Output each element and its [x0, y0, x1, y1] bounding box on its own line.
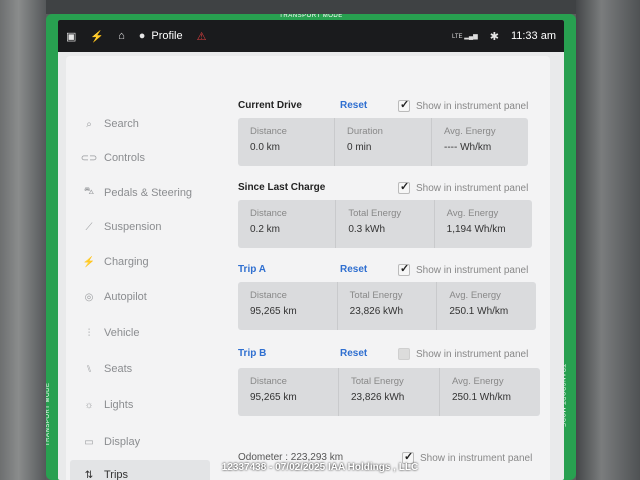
profile-label: Profile: [151, 30, 183, 42]
trip-a-reset-button[interactable]: Reset: [340, 264, 367, 275]
sidebar-item-seats[interactable]: ⑊ Seats: [80, 363, 132, 375]
sidebar-item-search[interactable]: ⌕ Search: [80, 118, 139, 130]
clock: 11:33 am: [510, 30, 556, 42]
sidebar-item-suspension[interactable]: ⟋ Suspension: [80, 221, 162, 233]
watermark: 12337438 - 07/02/2025 IAA Holdings , LLC: [221, 462, 419, 473]
checkbox-checked: [398, 262, 410, 276]
lightning-icon: ⚡: [82, 256, 96, 268]
toggle-icon: ⊂⊃: [80, 152, 98, 164]
warning-icon[interactable]: ⚠: [197, 30, 207, 43]
dashboard-top: [0, 0, 640, 14]
trip-b-show-checkbox[interactable]: Show in instrument panel: [398, 348, 528, 360]
screen-content: ▣ ⚡ ⌂ ● Profile ⚠ LTE ▂▄▆ ✱ 11:33 am ⌕ S…: [58, 20, 564, 480]
network-indicator: LTE ▂▄▆: [452, 33, 478, 40]
trip-b-distance: Distance 95,265 km: [238, 368, 339, 416]
trip-a-show-checkbox[interactable]: Show in instrument panel: [398, 262, 528, 276]
settings-panel: ⌕ Search ⊂⊃ Controls ⛍ Pedals & Steering…: [66, 56, 550, 480]
since-last-charge-avg-energy: Avg. Energy 1,194 Wh/km: [446, 208, 506, 235]
steering-wheel-icon: ◎: [84, 291, 94, 303]
sidebar-item-lights[interactable]: ☼ Lights: [80, 399, 133, 411]
trips-content: Current Drive Reset Show in instrument p…: [236, 56, 550, 480]
home-icon[interactable]: ⌂: [118, 30, 125, 42]
car-icon: ⛍: [83, 186, 95, 197]
checkbox-checked: [398, 180, 410, 194]
current-drive-title: Current Drive: [238, 100, 302, 111]
sidebar-item-charging[interactable]: ⚡ Charging: [80, 256, 149, 268]
current-drive-reset-button[interactable]: Reset: [340, 100, 367, 111]
current-drive-show-checkbox[interactable]: Show in instrument panel: [398, 98, 528, 112]
since-last-charge-title: Since Last Charge: [238, 182, 326, 193]
trip-a-avg-energy: Avg. Energy 250.1 Wh/km: [449, 290, 509, 317]
sidebar-item-pedals-steering[interactable]: ⛍ Pedals & Steering: [80, 186, 192, 199]
suspension-icon: ⟋: [85, 221, 93, 233]
sidebar-item-controls[interactable]: ⊂⊃ Controls: [80, 152, 145, 164]
search-icon: ⌕: [86, 118, 92, 130]
trip-a-card: Distance 95,265 km Total Energy 23,826 k…: [238, 282, 536, 330]
trip-b-title: Trip B: [238, 348, 267, 359]
current-drive-avg-energy: Avg. Energy ---- Wh/km: [444, 126, 496, 153]
since-last-charge-card: Distance 0.2 km Total Energy 0.3 kWh Avg…: [238, 200, 532, 248]
settings-sidebar: ⌕ Search ⊂⊃ Controls ⛍ Pedals & Steering…: [66, 56, 236, 480]
sun-icon: ☼: [84, 399, 94, 411]
person-icon: ●: [138, 30, 146, 42]
current-drive-card: Distance 0.0 km Duration 0 min Avg. Ener…: [238, 118, 528, 166]
touchscreen: TRANSPORT MODE TRANSPORT MODE TRANSPORT …: [46, 14, 576, 480]
trip-a-distance: Distance 95,265 km: [238, 282, 338, 330]
transport-mode-banner-left: TRANSPORT MODE: [46, 382, 51, 446]
sidebar-item-display[interactable]: ▭ Display: [80, 436, 140, 448]
display-icon: ▭: [84, 436, 94, 448]
checkbox-checked: [398, 98, 410, 112]
checkbox-unchecked: [398, 348, 410, 360]
sidebar-item-autopilot[interactable]: ◎ Autopilot: [80, 291, 147, 303]
sliders-icon: ⫶: [87, 327, 91, 339]
profile-button[interactable]: ● Profile: [139, 30, 183, 42]
trip-a-total-energy: Total Energy 23,826 kWh: [338, 282, 438, 330]
since-last-charge-total-energy: Total Energy 0.3 kWh: [336, 200, 435, 248]
dashboard-bezel-left: [0, 0, 46, 480]
current-drive-duration: Duration 0 min: [335, 118, 432, 166]
status-bar: ▣ ⚡ ⌂ ● Profile ⚠ LTE ▂▄▆ ✱ 11:33 am: [58, 20, 564, 52]
lightning-icon[interactable]: ⚡: [90, 30, 104, 43]
trip-b-card: Distance 95,265 km Total Energy 23,826 k…: [238, 368, 540, 416]
trip-a-title: Trip A: [238, 264, 266, 275]
seat-icon: ⑊: [86, 363, 92, 375]
sidebar-item-vehicle[interactable]: ⫶ Vehicle: [80, 327, 140, 339]
camera-icon[interactable]: ▣: [66, 30, 76, 43]
trip-b-avg-energy: Avg. Energy 250.1 Wh/km: [452, 376, 511, 403]
bluetooth-icon[interactable]: ✱: [490, 30, 499, 43]
transport-mode-banner-top: TRANSPORT MODE: [279, 14, 343, 19]
since-last-charge-distance: Distance 0.2 km: [238, 200, 337, 248]
current-drive-distance: Distance 0.0 km: [238, 118, 335, 166]
trip-b-total-energy: Total Energy 23,826 kWh: [339, 368, 440, 416]
dashboard-bezel-right: [576, 0, 640, 480]
trip-b-reset-button[interactable]: Reset: [340, 348, 367, 359]
since-last-charge-show-checkbox[interactable]: Show in instrument panel: [398, 180, 528, 194]
